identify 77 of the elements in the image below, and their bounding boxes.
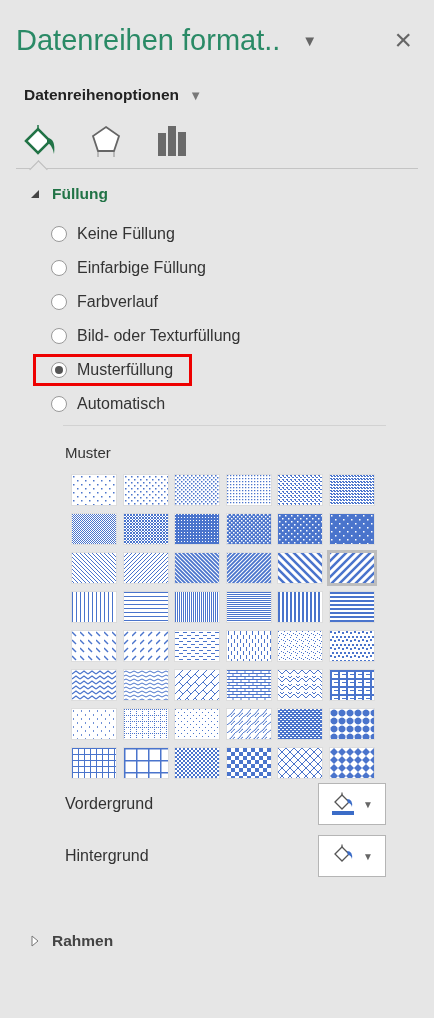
pattern-swatch[interactable] [72,475,116,505]
pattern-swatch[interactable] [72,670,116,700]
pattern-swatch[interactable] [226,631,271,661]
pattern-swatch[interactable] [329,748,374,778]
pane-title: Datenreihen format.. [16,23,281,57]
pattern-swatch[interactable] [278,709,323,739]
pattern-swatch[interactable] [278,553,323,583]
pattern-swatch[interactable] [175,709,220,739]
paint-bucket-icon [334,844,353,862]
pattern-swatch[interactable] [226,748,271,778]
pattern-swatch[interactable] [226,475,271,505]
pattern-swatch[interactable] [123,631,168,661]
pattern-swatch[interactable] [175,631,220,661]
pattern-swatch[interactable] [175,592,220,622]
pattern-swatch[interactable] [72,553,116,583]
option-label[interactable]: Einfarbige Füllung [77,259,206,277]
pattern-swatch[interactable] [123,592,168,622]
pattern-swatch[interactable] [175,748,220,778]
radio-button[interactable] [51,362,67,378]
options-dropdown[interactable]: Datenreihenoptionen ▼ [24,86,203,104]
pattern-swatch[interactable] [329,709,374,739]
pattern-swatch[interactable] [72,514,116,544]
pattern-swatch[interactable] [329,514,374,544]
pattern-swatch[interactable] [226,553,271,583]
pattern-swatch[interactable] [278,748,323,778]
pattern-swatch[interactable] [175,670,220,700]
section-title[interactable]: Füllung [52,185,108,203]
pattern-swatch[interactable] [329,631,374,661]
pattern-swatch[interactable] [226,514,271,544]
pattern-swatch[interactable] [175,514,220,544]
pattern-label: Muster [64,443,112,461]
pattern-swatch[interactable] [123,748,168,778]
pattern-swatch[interactable] [123,709,168,739]
paint-bucket-icon [334,792,353,810]
pattern-swatch[interactable] [72,631,116,661]
pattern-swatch[interactable] [123,514,168,544]
pattern-swatch[interactable] [123,670,168,700]
radio-button[interactable] [51,260,67,276]
pattern-swatch[interactable] [226,670,271,700]
option-label[interactable]: Bild- oder Texturfüllung [77,327,241,345]
option-label[interactable]: Farbverlauf [77,293,158,311]
pattern-swatch[interactable] [278,631,323,661]
color-label: Hintergrund [65,847,149,865]
option-label[interactable]: Automatisch [77,395,166,413]
pattern-swatch[interactable] [226,709,271,739]
color-picker-button[interactable]: ▼ [318,835,386,877]
pattern-swatch[interactable] [72,592,116,622]
pattern-swatch[interactable] [72,709,116,739]
radio-button[interactable] [51,294,67,310]
pattern-swatch[interactable] [226,592,271,622]
pattern-swatch[interactable] [329,670,374,700]
pattern-swatch[interactable] [123,475,168,505]
pane-menu-button[interactable]: ▼ [302,31,318,49]
pattern-swatch[interactable] [278,592,323,622]
pattern-swatch[interactable] [329,475,374,505]
pattern-swatch[interactable] [329,592,374,622]
color-label: Vordergrund [65,795,154,813]
pattern-swatch[interactable] [175,553,220,583]
radio-button[interactable] [51,396,67,412]
option-label[interactable]: Keine Füllung [77,225,175,243]
section-title[interactable]: Rahmen [52,932,114,950]
pattern-swatch[interactable] [123,553,168,583]
option-label[interactable]: Musterfüllung [77,361,174,379]
close-button[interactable]: × [394,25,412,55]
pattern-swatch[interactable] [329,553,374,583]
pattern-swatch[interactable] [72,748,116,778]
radio-button[interactable] [51,226,67,242]
pattern-swatch[interactable] [278,514,323,544]
pentagon-icon[interactable] [89,124,123,158]
color-picker-button[interactable]: ▼ [318,783,386,825]
radio-button[interactable] [51,328,67,344]
pattern-swatch[interactable] [278,475,323,505]
pattern-swatch[interactable] [278,670,323,700]
pattern-swatch[interactable] [175,475,220,505]
collapse-triangle-icon[interactable] [30,189,40,199]
bar-chart-icon[interactable] [155,124,189,158]
expand-triangle-icon[interactable] [30,935,40,947]
